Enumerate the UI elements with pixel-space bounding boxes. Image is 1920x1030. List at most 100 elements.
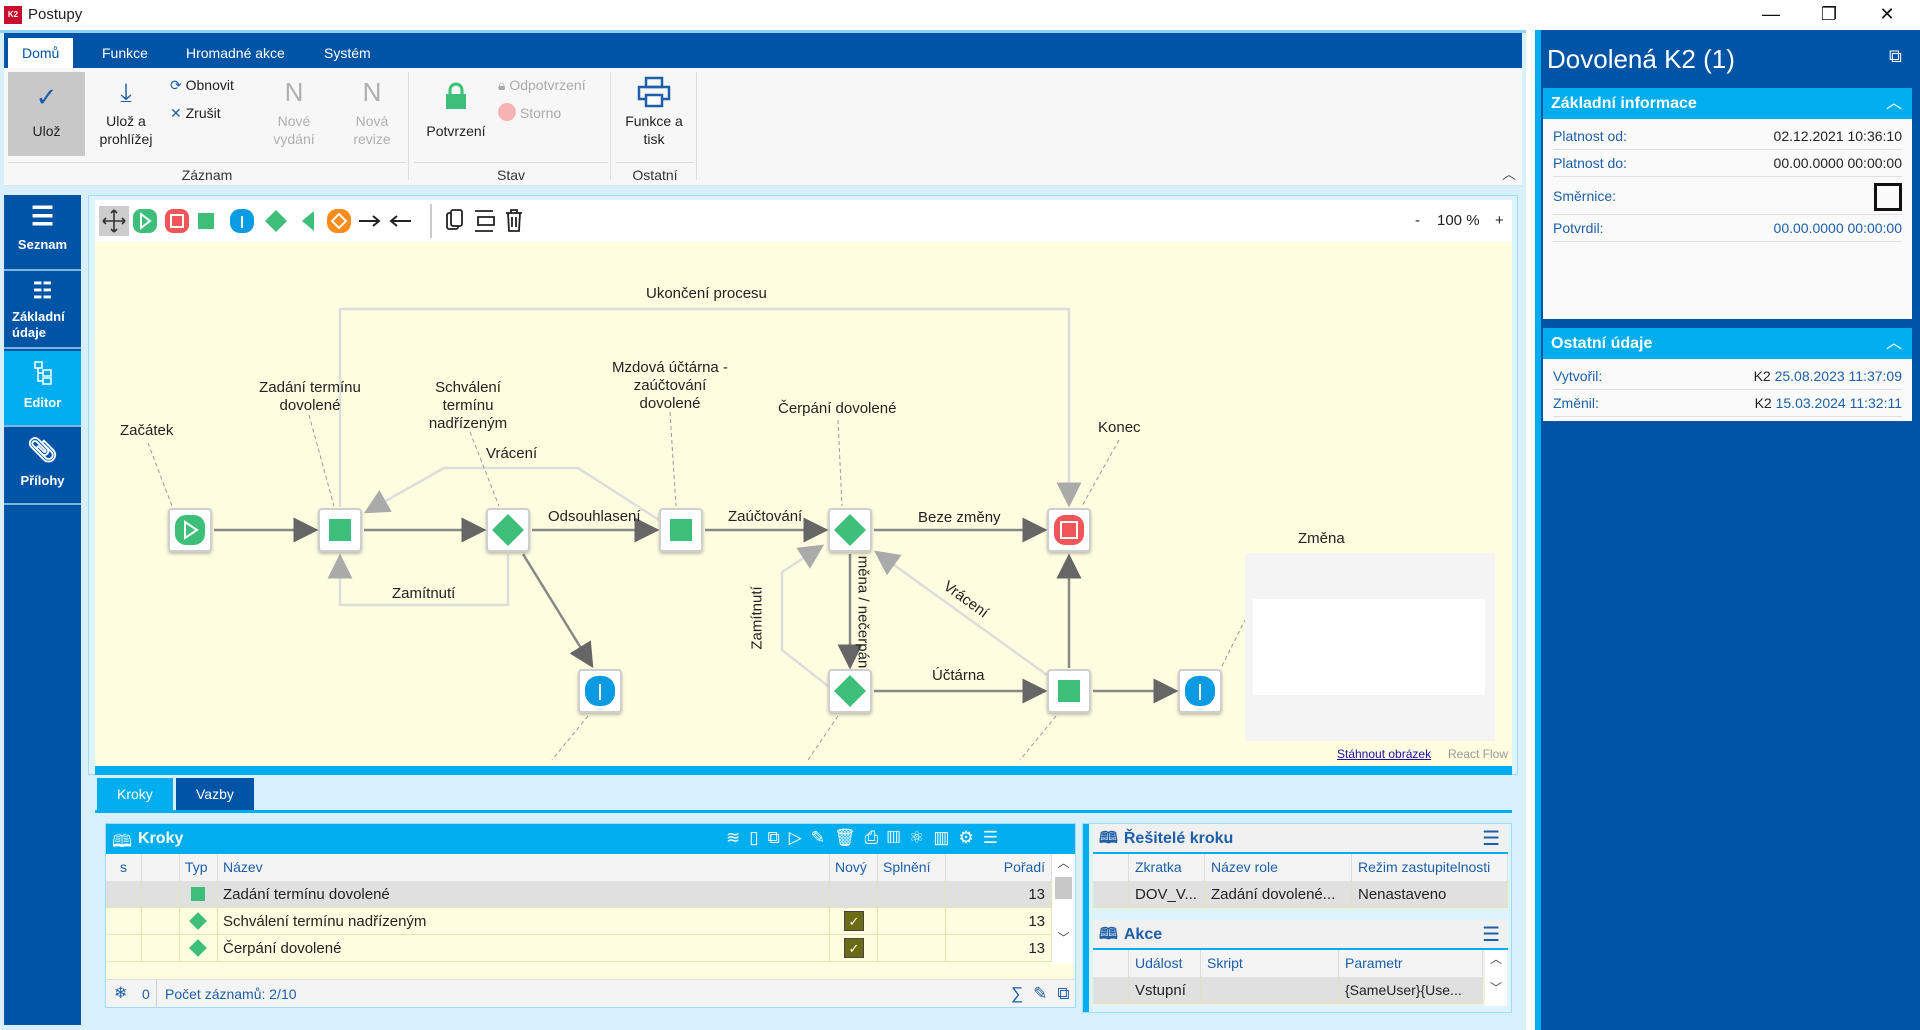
- node-zadani[interactable]: [318, 508, 362, 552]
- new-checkbox[interactable]: ✓: [844, 938, 864, 958]
- column-header-zkratka[interactable]: Zkratka: [1129, 854, 1205, 881]
- minimap-viewport[interactable]: [1253, 599, 1485, 695]
- scroll-down-icon[interactable]: ﹀: [1485, 979, 1507, 996]
- cell-parametr[interactable]: {SameUser}{Use...: [1339, 977, 1483, 1004]
- cell-s[interactable]: [106, 935, 142, 962]
- cell-nazev-role[interactable]: Zadání dovolené...: [1205, 881, 1352, 908]
- trash-icon[interactable]: [506, 209, 522, 232]
- minimap[interactable]: [1245, 553, 1495, 741]
- node-schvaleni[interactable]: [486, 508, 530, 552]
- cell-name[interactable]: Schválení termínu nadřízeným: [218, 908, 830, 935]
- column-header-rezim[interactable]: Režim zastupitelnosti: [1352, 854, 1508, 881]
- cell-blank[interactable]: [142, 881, 180, 908]
- popout-icon[interactable]: ⧉: [1889, 46, 1902, 67]
- refresh-button[interactable]: ⟳ Obnovit: [170, 74, 234, 96]
- panel-splitter[interactable]: [1535, 30, 1541, 1030]
- restore-button[interactable]: ❐: [1800, 0, 1858, 30]
- confirm-button[interactable]: Potvrzení: [418, 72, 494, 156]
- tab-hromadne-akce[interactable]: Hromadné akce: [172, 38, 299, 68]
- field-value[interactable]: 00.00.0000 00:00:00: [1774, 150, 1902, 177]
- cell-completion[interactable]: [878, 881, 946, 908]
- node-mzdova[interactable]: [659, 508, 703, 552]
- cell-name[interactable]: Zadání termínu dovolené: [218, 881, 830, 908]
- copy-icon[interactable]: [446, 209, 463, 230]
- close-button[interactable]: ✕: [1858, 0, 1916, 30]
- basic-info-header[interactable]: Základní informace ︿: [1543, 88, 1912, 119]
- cell-completion[interactable]: [878, 908, 946, 935]
- save-and-view-button[interactable]: ⤓ Ulož a prohlížej: [90, 72, 162, 156]
- add-orange-node-icon[interactable]: [327, 209, 351, 233]
- directive-checkbox[interactable]: [1874, 183, 1902, 211]
- arrow-left-icon[interactable]: [389, 215, 411, 227]
- cell-skript[interactable]: [1201, 977, 1339, 1004]
- scroll-up-icon[interactable]: ︿: [1485, 950, 1507, 967]
- collapse-chevron-icon[interactable]: ︿: [1886, 88, 1912, 119]
- add-return-node-icon[interactable]: [302, 211, 314, 231]
- vertical-scrollbar[interactable]: ︿ ﹀: [1485, 950, 1507, 1006]
- add-step-node-icon[interactable]: [198, 213, 214, 229]
- tab-domu[interactable]: Domů: [8, 38, 74, 68]
- tab-vazby[interactable]: Vazby: [176, 778, 254, 810]
- new-release-button[interactable]: N Nové vydání: [266, 72, 322, 156]
- other-info-header[interactable]: Ostatní údaje ︿: [1543, 328, 1912, 359]
- column-header-blank[interactable]: [1093, 950, 1129, 977]
- cell-blank[interactable]: [142, 935, 180, 962]
- new-checkbox[interactable]: ✓: [844, 911, 864, 931]
- arrow-right-icon[interactable]: [359, 215, 381, 227]
- minimize-button[interactable]: —: [1742, 0, 1800, 30]
- menu-icon[interactable]: ☰: [1482, 824, 1508, 854]
- node-start[interactable]: [168, 508, 212, 552]
- zoom-out-button[interactable]: -: [1415, 212, 1420, 229]
- vertical-scrollbar[interactable]: ︿ ﹀: [1052, 854, 1075, 964]
- collapse-chevron-icon[interactable]: ︿: [1886, 328, 1912, 359]
- cell-type[interactable]: [180, 908, 218, 935]
- column-header-blank[interactable]: [142, 854, 180, 881]
- cell-udalost[interactable]: Vstupní: [1129, 977, 1201, 1004]
- sidebar-item-zakladni-udaje[interactable]: ☷ Základní údaje: [4, 273, 81, 349]
- cell-type[interactable]: [180, 881, 218, 908]
- node-decision-2[interactable]: [828, 669, 872, 713]
- node-info-1[interactable]: [578, 669, 622, 713]
- collapse-ribbon-chevron-icon[interactable]: ︿: [1502, 164, 1516, 184]
- cell-new[interactable]: ✓: [830, 935, 878, 962]
- zoom-in-button[interactable]: +: [1495, 212, 1504, 229]
- node-konec[interactable]: [1047, 508, 1091, 552]
- column-header-splneni[interactable]: Splnění: [878, 854, 946, 881]
- download-image-link[interactable]: Stáhnout obrázek: [1337, 747, 1431, 761]
- save-button[interactable]: ✓ Ulož: [8, 72, 85, 156]
- sidebar-item-editor[interactable]: Editor: [4, 351, 81, 427]
- add-end-node-icon[interactable]: [165, 209, 189, 233]
- cell-order[interactable]: 13: [946, 881, 1052, 908]
- add-decision-node-icon[interactable]: [265, 210, 287, 232]
- snowflake-icon[interactable]: ❄: [114, 980, 127, 1008]
- node-info-2[interactable]: [1178, 669, 1222, 713]
- cancel-button[interactable]: ✕ Zrušit: [170, 102, 221, 124]
- tab-system[interactable]: Systém: [310, 38, 385, 68]
- cell-new[interactable]: ✓: [830, 908, 878, 935]
- column-header-typ[interactable]: Typ: [180, 854, 218, 881]
- column-header-poradi[interactable]: Pořadí: [946, 854, 1052, 881]
- sidebar-item-prilohy[interactable]: 📎︎ Přílohy: [4, 429, 81, 505]
- align-icon[interactable]: [475, 210, 495, 232]
- column-header-udalost[interactable]: Událost: [1129, 950, 1201, 977]
- move-tool-icon[interactable]: [99, 206, 129, 236]
- row-selector[interactable]: [1093, 977, 1129, 1004]
- tab-funkce[interactable]: Funkce: [88, 38, 162, 68]
- cell-zkratka[interactable]: DOV_V...: [1129, 881, 1205, 908]
- scroll-up-icon[interactable]: ︿: [1052, 854, 1075, 871]
- cell-completion[interactable]: [878, 935, 946, 962]
- scroll-down-icon[interactable]: ﹀: [1052, 929, 1075, 946]
- node-cerpani[interactable]: [828, 508, 872, 552]
- column-header-s[interactable]: s: [106, 854, 142, 881]
- storno-button[interactable]: Storno: [498, 102, 561, 124]
- menu-icon[interactable]: ☰: [1482, 920, 1508, 950]
- cell-order[interactable]: 13: [946, 908, 1052, 935]
- column-header-nazev[interactable]: Název: [218, 854, 830, 881]
- column-header-skript[interactable]: Skript: [1201, 950, 1339, 977]
- add-info-node-icon[interactable]: [230, 209, 254, 233]
- sidebar-item-seznam[interactable]: ☰ Seznam: [4, 195, 81, 271]
- react-flow-attribution[interactable]: React Flow: [1448, 747, 1508, 761]
- cell-s[interactable]: [106, 908, 142, 935]
- node-uctarna[interactable]: [1047, 669, 1091, 713]
- footer-icons[interactable]: ∑✎⧉: [1011, 980, 1080, 1008]
